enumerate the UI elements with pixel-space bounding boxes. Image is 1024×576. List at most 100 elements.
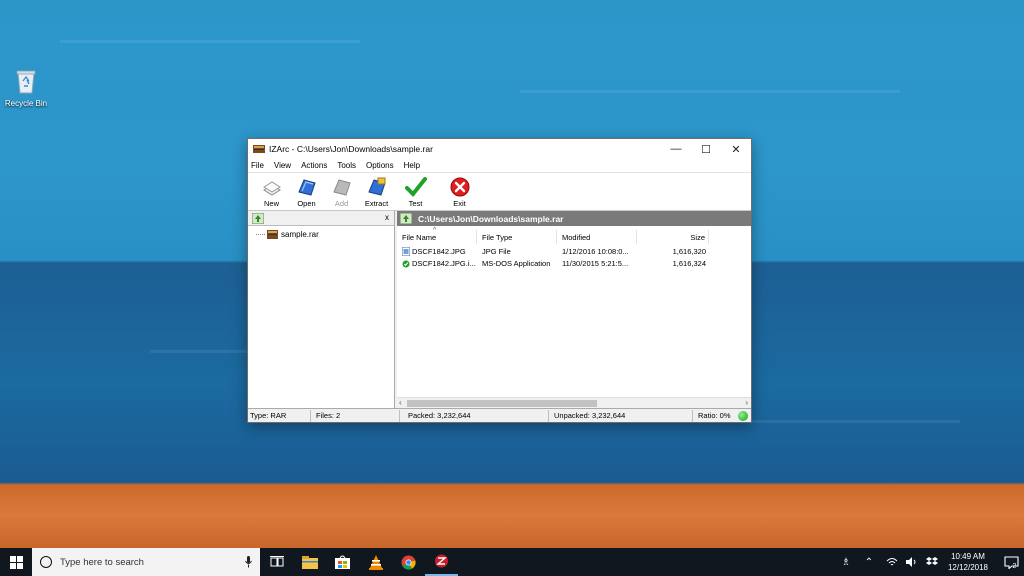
current-path: C:\Users\Jon\Downloads\sample.rar: [418, 213, 564, 224]
column-file-name-label: File Name: [402, 233, 437, 242]
status-ratio: Ratio: 0%: [698, 411, 731, 420]
status-separator: [310, 410, 311, 422]
extract-button[interactable]: Extract: [359, 173, 394, 208]
column-header: File Name ^ File Type Modified Size: [397, 227, 751, 244]
minimize-button[interactable]: —: [661, 139, 691, 159]
izarc-window: IZArc - C:\Users\Jon\Downloads\sample.ra…: [247, 138, 752, 423]
open-label: Open: [297, 199, 316, 208]
add-files-icon: [332, 179, 351, 196]
search-box[interactable]: Type here to search: [32, 548, 260, 576]
status-unpacked: Unpacked: 3,232,644: [554, 411, 626, 420]
microphone-icon[interactable]: [245, 556, 252, 568]
search-placeholder: Type here to search: [60, 556, 144, 568]
system-tray: ♗ ⌃ 10:49 AM 12/12/2018 2: [836, 548, 1024, 576]
store-button[interactable]: [326, 548, 359, 576]
add-button[interactable]: Add: [324, 173, 359, 208]
column-file-name[interactable]: File Name ^: [397, 227, 477, 244]
open-button[interactable]: Open: [289, 173, 324, 208]
toolbar: New Open Add Extract Test Exit: [248, 173, 751, 211]
title-bar[interactable]: IZArc - C:\Users\Jon\Downloads\sample.ra…: [248, 139, 751, 159]
test-button[interactable]: Test: [398, 173, 433, 208]
recycle-bin-shortcut[interactable]: Recycle Bin: [4, 68, 48, 108]
status-type: Type: RAR: [250, 411, 287, 420]
file-size: 1,616,324: [672, 258, 706, 268]
close-button[interactable]: ✕: [721, 139, 751, 159]
scroll-left-icon[interactable]: ‹: [399, 398, 402, 407]
volume-icon[interactable]: [904, 554, 920, 570]
izarc-taskbar-button[interactable]: [425, 548, 458, 576]
file-modified: 11/30/2015 5:21:5...: [562, 258, 629, 268]
file-row[interactable]: DSCF1842.JPG JPG File 1/12/2016 10:08:0.…: [397, 245, 751, 257]
people-icon[interactable]: ♗: [838, 554, 854, 570]
file-name: DSCF1842.JPG.i...: [412, 258, 476, 268]
file-modified: 1/12/2016 10:08:0...: [562, 246, 629, 256]
checkmark-icon: [404, 177, 427, 197]
recycle-bin-label: Recycle Bin: [4, 99, 48, 108]
tree-close-button[interactable]: x: [385, 213, 389, 222]
chrome-icon: [401, 555, 416, 570]
menu-options[interactable]: Options: [366, 161, 394, 170]
status-separator: [692, 410, 693, 422]
extract-label: Extract: [364, 199, 389, 208]
exit-label: Exit: [453, 199, 466, 208]
column-size[interactable]: Size: [637, 230, 709, 244]
image-file-icon: [402, 246, 410, 256]
scroll-right-icon[interactable]: ›: [745, 398, 748, 407]
exit-button[interactable]: Exit: [442, 173, 477, 208]
status-ok-icon: [738, 411, 748, 421]
tree-item-label: sample.rar: [281, 230, 319, 239]
file-row[interactable]: DSCF1842.JPG.i... MS-DOS Application 11/…: [397, 257, 751, 269]
new-button[interactable]: New: [254, 173, 289, 208]
test-label: Test: [408, 199, 423, 208]
action-center-button[interactable]: 2: [996, 555, 1024, 570]
path-bar: C:\Users\Jon\Downloads\sample.rar: [397, 211, 751, 226]
tree-header: x: [248, 211, 394, 226]
menu-bar: File View Actions Tools Options Help: [248, 159, 751, 173]
windows-logo-icon: [9, 555, 23, 569]
start-button[interactable]: [0, 548, 32, 576]
add-label: Add: [334, 199, 349, 208]
status-files: Files: 2: [316, 411, 341, 420]
new-archive-icon: [262, 181, 281, 196]
wifi-icon[interactable]: [884, 554, 900, 570]
tree-item-sample[interactable]: sample.rar: [256, 230, 319, 239]
menu-tools[interactable]: Tools: [337, 161, 356, 170]
folder-tree-pane: x sample.rar: [248, 211, 395, 408]
dropbox-icon[interactable]: [924, 554, 940, 570]
exit-icon: [450, 177, 469, 197]
vlc-icon: [368, 554, 383, 570]
show-hidden-icons-icon[interactable]: ⌃: [858, 554, 880, 570]
scrollbar-thumb[interactable]: [407, 400, 597, 407]
content-area: x sample.rar C:\Users\Jon\Downloads\samp: [248, 211, 751, 408]
up-level-icon[interactable]: [400, 213, 412, 224]
file-list-pane: C:\Users\Jon\Downloads\sample.rar File N…: [397, 211, 751, 408]
new-label: New: [263, 199, 279, 208]
maximize-button[interactable]: ☐: [691, 139, 721, 159]
vlc-button[interactable]: [359, 548, 392, 576]
horizontal-scrollbar[interactable]: ‹ ›: [397, 397, 751, 408]
file-explorer-icon: [301, 555, 318, 569]
file-explorer-button[interactable]: [293, 548, 326, 576]
background-texture: [60, 40, 360, 43]
menu-actions[interactable]: Actions: [301, 161, 327, 170]
extract-icon: [367, 177, 386, 196]
recycle-bin-icon: [16, 70, 36, 94]
up-folder-icon[interactable]: [252, 213, 264, 224]
column-file-type[interactable]: File Type: [477, 230, 557, 244]
rar-archive-icon: [267, 230, 278, 239]
taskbar-clock[interactable]: 10:49 AM 12/12/2018: [948, 551, 988, 573]
tree-connector: [256, 234, 265, 235]
window-title: IZArc - C:\Users\Jon\Downloads\sample.ra…: [269, 144, 433, 154]
menu-help[interactable]: Help: [404, 161, 420, 170]
sort-ascending-icon: ^: [433, 227, 437, 234]
task-view-icon: [269, 556, 284, 567]
chrome-button[interactable]: [392, 548, 425, 576]
status-packed: Packed: 3,232,644: [408, 411, 471, 420]
column-modified[interactable]: Modified: [557, 230, 637, 244]
task-view-button[interactable]: [260, 548, 293, 576]
status-bar: Type: RAR Files: 2 Packed: 3,232,644 Unp…: [248, 408, 751, 422]
cortana-icon: [40, 556, 52, 568]
file-type: MS-DOS Application: [482, 258, 551, 268]
menu-view[interactable]: View: [274, 161, 291, 170]
menu-file[interactable]: File: [251, 161, 264, 170]
